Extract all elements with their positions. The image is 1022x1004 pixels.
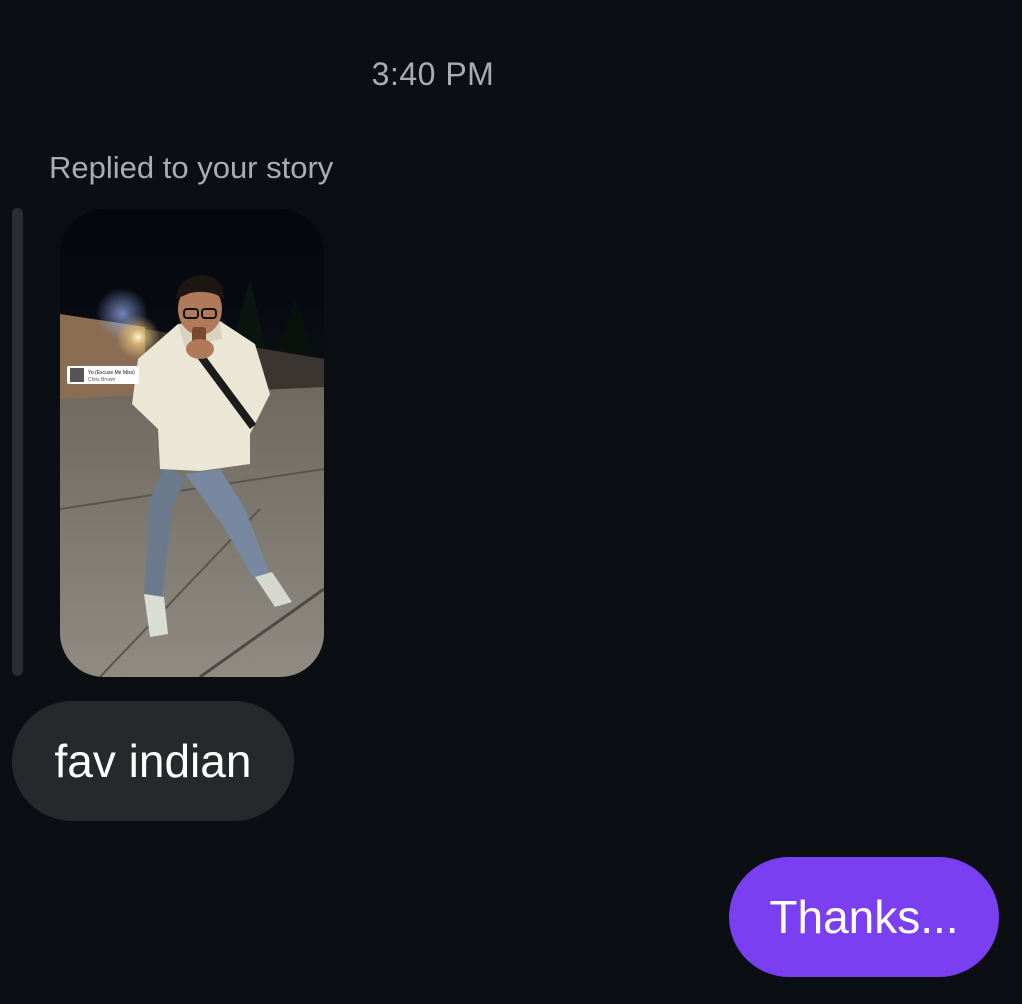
message-timestamp: 3:40 PM bbox=[371, 56, 495, 92]
outgoing-message-bubble[interactable]: Thanks... bbox=[729, 857, 999, 977]
music-sticker-title: Yo (Excuse Me Miss) bbox=[88, 370, 135, 376]
story-thumbnail[interactable]: Yo (Excuse Me Miss) Chris Brown bbox=[60, 209, 324, 677]
incoming-message-text: fav indian bbox=[54, 735, 252, 787]
outgoing-message-text: Thanks... bbox=[769, 891, 959, 943]
music-sticker: Yo (Excuse Me Miss) Chris Brown bbox=[67, 366, 139, 384]
story-reply-label: Replied to your story bbox=[49, 150, 334, 185]
incoming-message-bubble[interactable]: fav indian bbox=[12, 701, 294, 821]
reply-indicator-bar bbox=[12, 208, 23, 676]
music-sticker-artist: Chris Brown bbox=[88, 377, 115, 383]
story-photo: Yo (Excuse Me Miss) Chris Brown bbox=[60, 209, 324, 677]
